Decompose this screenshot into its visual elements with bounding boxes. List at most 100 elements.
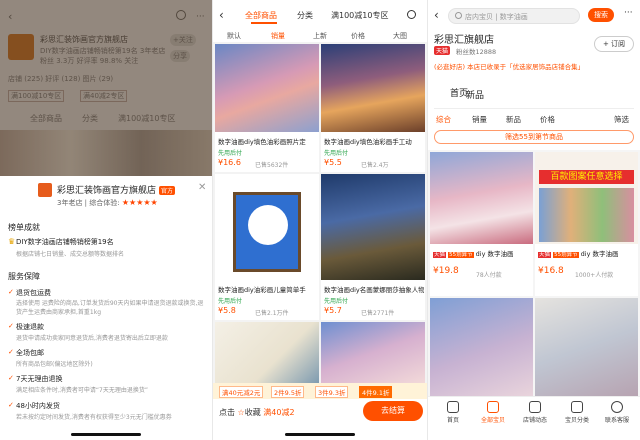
product-image [215, 322, 319, 383]
sort-default[interactable]: 默认 [227, 31, 241, 41]
service-desc: 所有商品包邮(偏远地区除外) [16, 361, 93, 368]
search-button[interactable]: 搜索 [588, 8, 614, 22]
product-card[interactable] [215, 322, 319, 383]
tmall-tag: 天猫 [433, 252, 447, 258]
notice-text[interactable]: (必逛好店) 本店已收录于「优选家居饰品店铺合集」 [434, 61, 584, 71]
home-indicator[interactable] [71, 433, 141, 436]
coupon-chip[interactable]: 2件9.5折 [271, 386, 305, 398]
product-card[interactable]: 百款图案任意选择 天猫 55划算节 diy 数字油画 ¥16.8 1000+人付… [535, 152, 638, 296]
trophy-icon: ♛ [8, 237, 16, 246]
close-icon[interactable]: ✕ [198, 182, 206, 193]
product-card[interactable]: 数字油画diy填色油彩画手工动 先用后付 ¥5.5 已售2.4万 [321, 44, 425, 172]
product-image [535, 298, 638, 396]
view-large[interactable]: 大图 [393, 31, 407, 41]
sort-price[interactable]: 价格 [540, 114, 555, 125]
product-image [321, 322, 425, 383]
sort-overall[interactable]: 综合 [436, 114, 451, 125]
nav-service[interactable]: 联系客服 [602, 401, 632, 424]
checkout-button[interactable]: 去结算 [363, 401, 423, 421]
divider [434, 108, 634, 109]
sort-price[interactable]: 价格 [351, 31, 365, 41]
feed-icon [529, 401, 541, 413]
star-icon[interactable]: ☆ [238, 408, 245, 417]
product-image [215, 174, 319, 280]
service-title: 7天无理由退换 [16, 375, 63, 383]
tab-category[interactable]: 分类 [297, 10, 313, 21]
product-card[interactable]: 数字油画diy油彩画儿童简单手 先用后付 ¥5.8 已售2.1万件 [215, 174, 319, 320]
nav-all-items[interactable]: 全部宝贝 [478, 401, 508, 424]
coupon-chip-active[interactable]: 4件9.1折 [359, 386, 393, 398]
tab-all-products[interactable]: 全部商品 [245, 10, 277, 21]
sold-count: 已售2.1万件 [255, 310, 289, 317]
product-price: ¥19.8 [433, 266, 459, 276]
canvas-frame [233, 192, 301, 272]
tab-promo[interactable]: 满100减10专区 [331, 10, 388, 21]
product-title: 数字油画diy油彩画儿童简单手 [218, 286, 306, 294]
nav-feed[interactable]: 店铺动态 [520, 401, 550, 424]
check-icon: ✓ [8, 288, 14, 296]
tab-new[interactable]: 新品 [466, 88, 484, 101]
rank-text[interactable]: DIY数字油画店铺畅销榜第19名 [16, 237, 114, 247]
more-icon[interactable]: ··· [624, 8, 633, 18]
product-title: 数字油画diy填色油彩画手工动 [324, 138, 412, 146]
sort-sales[interactable]: 销量 [472, 114, 487, 125]
search-icon[interactable] [407, 10, 416, 19]
tab-underline [251, 22, 277, 24]
sort-sales[interactable]: 销量 [271, 31, 285, 41]
sold-count: 78人付款 [476, 272, 502, 279]
sort-new[interactable]: 新品 [506, 114, 521, 125]
rank-desc: 根据店铺七日销量、成交总额等数据排名 [16, 251, 125, 258]
nav-label: 店铺动态 [522, 417, 547, 424]
nav-home[interactable]: 首页 [438, 401, 468, 424]
product-card[interactable] [430, 298, 533, 396]
search-icon [455, 12, 462, 19]
category-icon [571, 401, 583, 413]
festival-tag: 55划算节 [448, 252, 474, 258]
nav-category[interactable]: 宝贝分类 [562, 401, 592, 424]
product-title: 数字油画diy名画蒙娜丽莎抽象人物 [324, 286, 424, 294]
sold-count: 已售5632件 [255, 162, 289, 169]
shop-home-panel: ‹ 店内宝贝 | 数字油画 搜索 ··· 彩思汇旗舰店 天猫 粉丝数12888 … [428, 0, 640, 440]
cart-prefix: 点击 [219, 408, 235, 417]
product-list-panel: ‹ 全部商品 分类 满100减10专区 默认 销量 上新 价格 大图 数字油画d… [213, 0, 427, 440]
pay-later-tag: 先用后付 [218, 150, 243, 157]
back-icon[interactable]: ‹ [219, 8, 224, 22]
product-card[interactable]: 天猫 55划算节 diy 数字油画 ¥19.8 78人付款 [430, 152, 533, 296]
product-card[interactable] [321, 322, 425, 383]
check-icon: ✓ [8, 348, 14, 356]
coupon-chip[interactable]: 满40元减2元 [219, 386, 264, 398]
service-desc: 若未按约定时间发货,消费者有权获得至少3元无门槛优惠券 [16, 414, 172, 421]
back-icon[interactable]: ‹ [434, 8, 439, 22]
coupon-chip[interactable]: 3件9.3折 [315, 386, 349, 398]
product-card[interactable]: 数字油画diy填色油彩画照片定 先用后付 ¥16.6 已售5632件 [215, 44, 319, 172]
filter-banner[interactable]: 筛选55到第节商品 [434, 130, 634, 144]
cartoon-face [248, 205, 288, 245]
bottom-nav: 首页 全部宝贝 店铺动态 宝贝分类 联系客服 [428, 396, 640, 440]
official-badge: 官方 [159, 186, 176, 195]
sold-count: 已售2771件 [361, 310, 395, 317]
product-card[interactable] [535, 298, 638, 396]
section-rank-title: 榜单成就 [8, 223, 40, 232]
check-icon: ✓ [8, 401, 14, 409]
home-indicator[interactable] [285, 433, 355, 436]
nav-label: 首页 [446, 417, 459, 424]
shop-name: 彩思汇装饰画官方旗舰店 官方 [57, 183, 176, 196]
search-box[interactable]: 店内宝贝 | 数字油画 [448, 8, 580, 24]
product-image: 百款图案任意选择 [535, 152, 638, 244]
tmall-badge: 天猫 [434, 46, 451, 55]
festival-tag: 55划算节 [553, 252, 579, 258]
sort-new[interactable]: 上新 [313, 31, 327, 41]
service-desc: 选择使用 运费险的商品,订单发货后90天内如果申请退货退款或换货,退货产生运费由… [16, 300, 204, 316]
sold-count: 已售2.4万 [361, 162, 389, 169]
product-price: ¥5.7 [324, 306, 342, 315]
product-image [215, 44, 319, 132]
subscribe-button[interactable]: + 订阅 [594, 36, 634, 52]
filter-button[interactable]: 筛选 [614, 114, 629, 125]
product-card[interactable]: 数字油画diy名画蒙娜丽莎抽象人物 先用后付 ¥5.7 已售2771件 [321, 174, 425, 320]
pay-later-tag: 先用后付 [218, 298, 243, 305]
product-title: diy 数字油画 [475, 250, 514, 258]
modal-overlay[interactable] [0, 0, 212, 176]
service-icon [611, 401, 623, 413]
collect-label[interactable]: 收藏 [245, 408, 261, 417]
tmall-tag: 天猫 [538, 252, 552, 258]
